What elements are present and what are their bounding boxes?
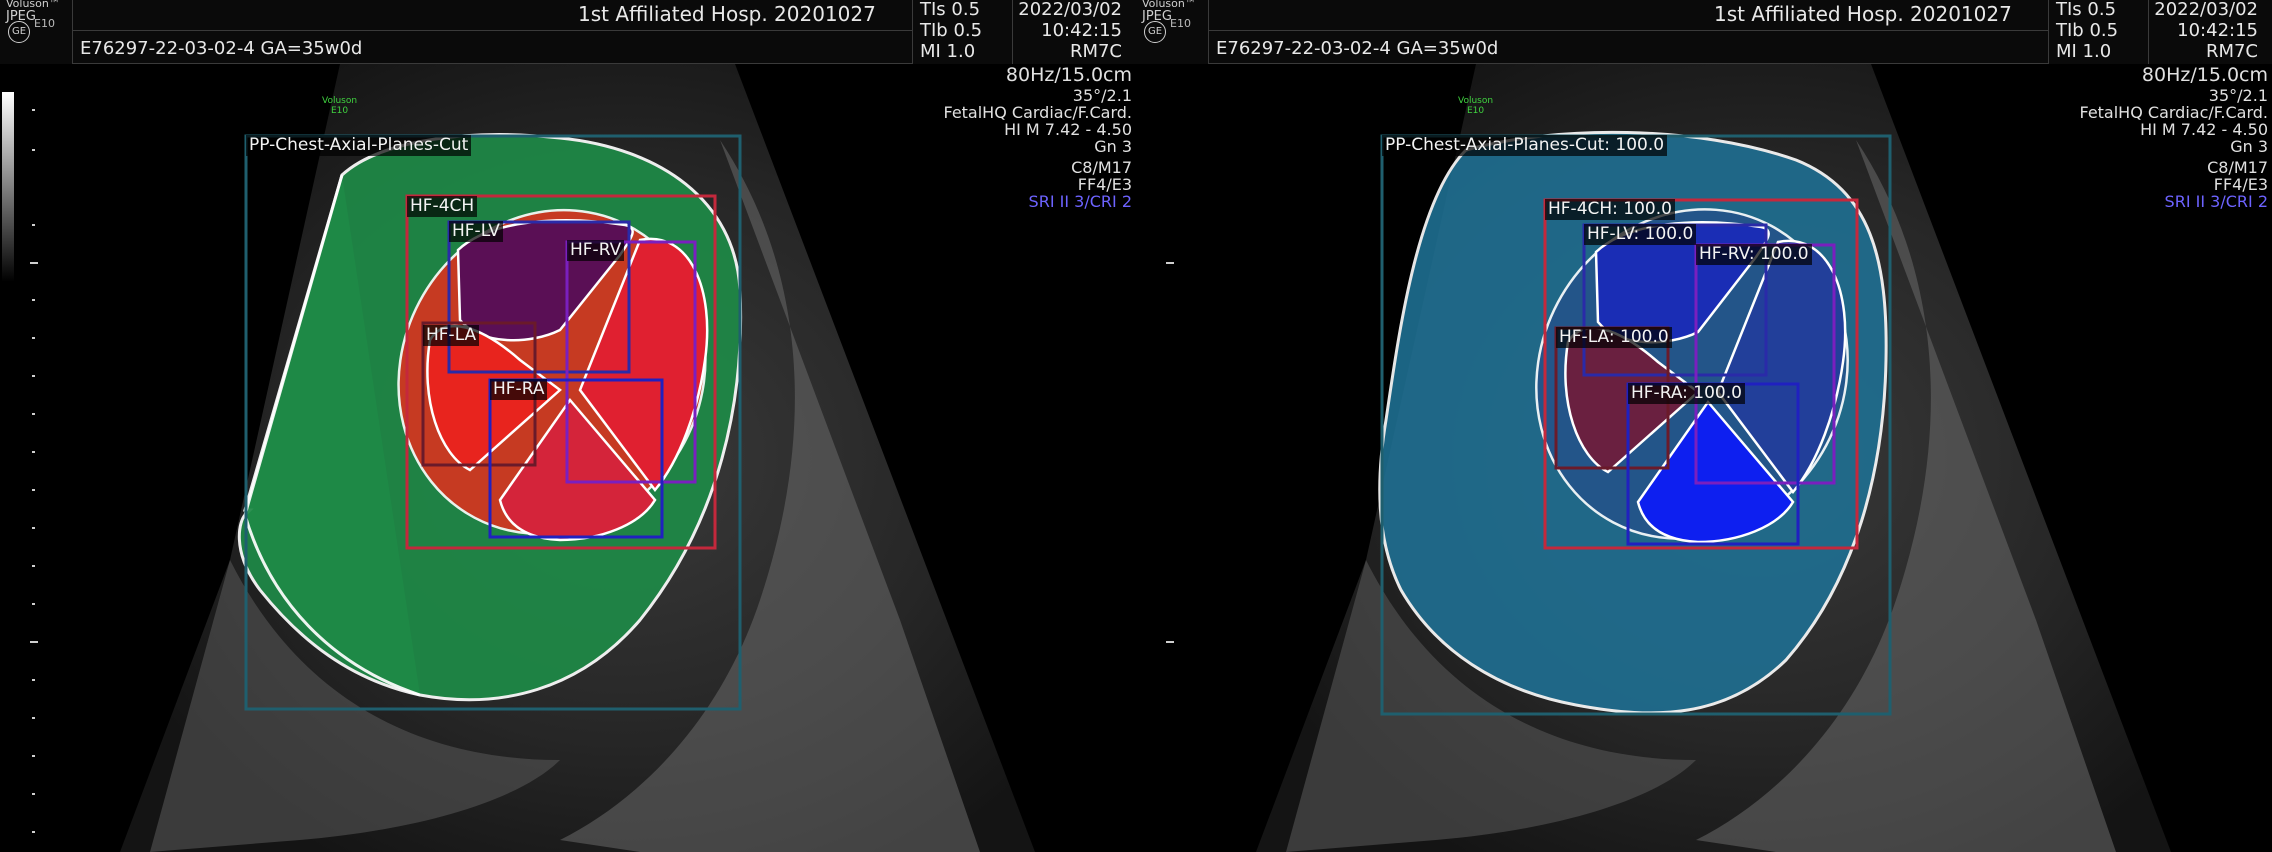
model-text: E10: [34, 17, 55, 30]
probe-text: RM7C: [1069, 41, 1122, 62]
label-lv: HF-LV: [449, 221, 503, 242]
header-bar: Voluson™ JPEG GE E10 1st Affiliated Hosp…: [1136, 0, 2272, 64]
date-text: 2022/03/02: [2154, 0, 2258, 20]
label-la: HF-LA: 100.0: [1556, 327, 1672, 348]
badge-line1: Voluson: [1458, 96, 1494, 106]
right-panel: Voluson™ JPEG GE E10 1st Affiliated Hosp…: [1136, 0, 2272, 852]
badge-line2: E10: [1466, 106, 1485, 116]
badge-line2: E10: [330, 106, 349, 116]
freq-depth: 80Hz/15.0cm: [1005, 64, 1132, 86]
header-bar: Voluson™ JPEG GE E10 1st Affiliated Hosp…: [0, 0, 1136, 64]
badge-line1: Voluson: [322, 96, 358, 106]
ge-logo-icon: GE: [8, 21, 30, 43]
freq-depth: 80Hz/15.0cm: [2141, 64, 2268, 86]
mi-value: MI 1.0: [2056, 41, 2112, 62]
sri-text: SRI II 3/CRI 2: [2164, 192, 2268, 211]
tis-value: TIs 0.5: [2056, 0, 2117, 20]
grayscale-bar: [2, 92, 14, 282]
model-text: E10: [1170, 17, 1191, 30]
label-ra: HF-RA: [490, 379, 548, 400]
left-panel: Voluson™ JPEG GE E10 1st Affiliated Hosp…: [0, 0, 1136, 852]
ultrasound-image-left: [30, 64, 1035, 852]
time-text: 10:42:15: [2177, 20, 2258, 41]
tib-value: TIb 0.5: [920, 20, 983, 41]
label-chest: PP-Chest-Axial-Planes-Cut: 100.0: [1382, 135, 1668, 156]
label-la: HF-LA: [423, 325, 480, 346]
sri-text: SRI II 3/CRI 2: [1028, 192, 1132, 211]
label-chest: PP-Chest-Axial-Planes-Cut: [246, 135, 472, 156]
gain-text: Gn 3: [1094, 137, 1132, 156]
ultrasound-image-right: [1166, 64, 2171, 852]
time-text: 10:42:15: [1041, 20, 1122, 41]
tib-value: TIb 0.5: [2056, 20, 2119, 41]
scanner-badge: Voluson E10: [322, 96, 357, 116]
ge-logo-icon: GE: [1144, 21, 1166, 43]
patient-id: E76297-22-03-02-4 GA=35w0d: [1216, 38, 1499, 59]
label-4ch: HF-4CH: [407, 196, 478, 217]
mi-value: MI 1.0: [920, 41, 976, 62]
label-4ch: HF-4CH: 100.0: [1545, 199, 1675, 220]
tis-value: TIs 0.5: [920, 0, 981, 20]
label-lv: HF-LV: 100.0: [1584, 224, 1697, 245]
scanner-badge: Voluson E10: [1458, 96, 1493, 116]
label-ra: HF-RA: 100.0: [1628, 383, 1745, 404]
label-rv: HF-RV: 100.0: [1696, 244, 1812, 265]
label-rv: HF-RV: [567, 240, 625, 261]
patient-id: E76297-22-03-02-4 GA=35w0d: [80, 38, 363, 59]
hospital-text: 1st Affiliated Hosp. 20201027: [1714, 2, 2012, 26]
gain-text: Gn 3: [2230, 137, 2268, 156]
date-text: 2022/03/02: [1018, 0, 1122, 20]
hospital-text: 1st Affiliated Hosp. 20201027: [578, 2, 876, 26]
probe-text: RM7C: [2205, 41, 2258, 62]
